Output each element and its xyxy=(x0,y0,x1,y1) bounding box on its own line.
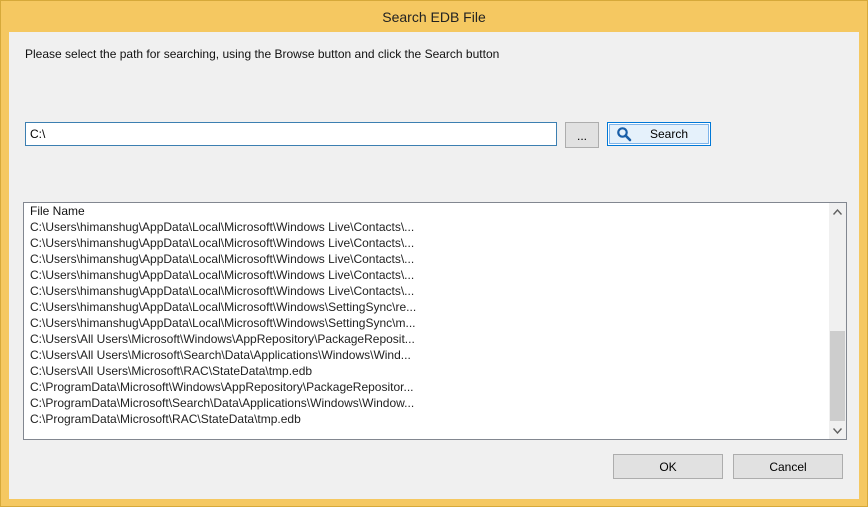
list-item[interactable]: C:\Users\himanshug\AppData\Local\Microso… xyxy=(24,315,828,331)
magnifier-icon xyxy=(616,126,632,142)
browse-button[interactable]: ... xyxy=(565,122,599,148)
list-item[interactable]: C:\ProgramData\Microsoft\Search\Data\App… xyxy=(24,395,828,411)
list-item[interactable]: C:\Users\All Users\Microsoft\RAC\StateDa… xyxy=(24,363,828,379)
list-item[interactable]: C:\Users\All Users\Microsoft\Windows\App… xyxy=(24,331,828,347)
list-item[interactable]: C:\Users\himanshug\AppData\Local\Microso… xyxy=(24,267,828,283)
vertical-scrollbar[interactable] xyxy=(829,203,846,439)
list-item[interactable]: C:\Users\himanshug\AppData\Local\Microso… xyxy=(24,299,828,315)
ok-button[interactable]: OK xyxy=(613,454,723,479)
results-rows: File Name C:\Users\himanshug\AppData\Loc… xyxy=(24,203,828,427)
search-button-label: Search xyxy=(650,127,689,141)
list-item[interactable]: C:\Users\himanshug\AppData\Local\Microso… xyxy=(24,251,828,267)
cancel-button[interactable]: Cancel xyxy=(733,454,843,479)
list-item[interactable]: C:\Users\himanshug\AppData\Local\Microso… xyxy=(24,235,828,251)
list-item[interactable]: C:\Users\himanshug\AppData\Local\Microso… xyxy=(24,219,828,235)
list-item[interactable]: C:\ProgramData\Microsoft\RAC\StateData\t… xyxy=(24,411,828,427)
column-header-file-name[interactable]: File Name xyxy=(24,203,828,219)
search-button[interactable]: Search xyxy=(607,122,711,146)
results-list[interactable]: File Name C:\Users\himanshug\AppData\Loc… xyxy=(23,202,847,440)
scroll-up-arrow-icon[interactable] xyxy=(829,203,846,220)
instruction-text: Please select the path for searching, us… xyxy=(25,47,500,61)
list-item[interactable]: C:\ProgramData\Microsoft\Windows\AppRepo… xyxy=(24,379,828,395)
list-item[interactable]: C:\Users\himanshug\AppData\Local\Microso… xyxy=(24,283,828,299)
title-bar[interactable]: Search EDB File xyxy=(1,1,867,32)
search-edb-dialog: Search EDB File Please select the path f… xyxy=(0,0,868,507)
scroll-down-arrow-icon[interactable] xyxy=(829,422,846,439)
window-title: Search EDB File xyxy=(382,8,486,25)
dialog-client-area: Please select the path for searching, us… xyxy=(9,32,859,499)
list-item[interactable]: C:\Users\All Users\Microsoft\Search\Data… xyxy=(24,347,828,363)
scroll-thumb[interactable] xyxy=(830,331,845,421)
path-input[interactable] xyxy=(25,122,557,146)
